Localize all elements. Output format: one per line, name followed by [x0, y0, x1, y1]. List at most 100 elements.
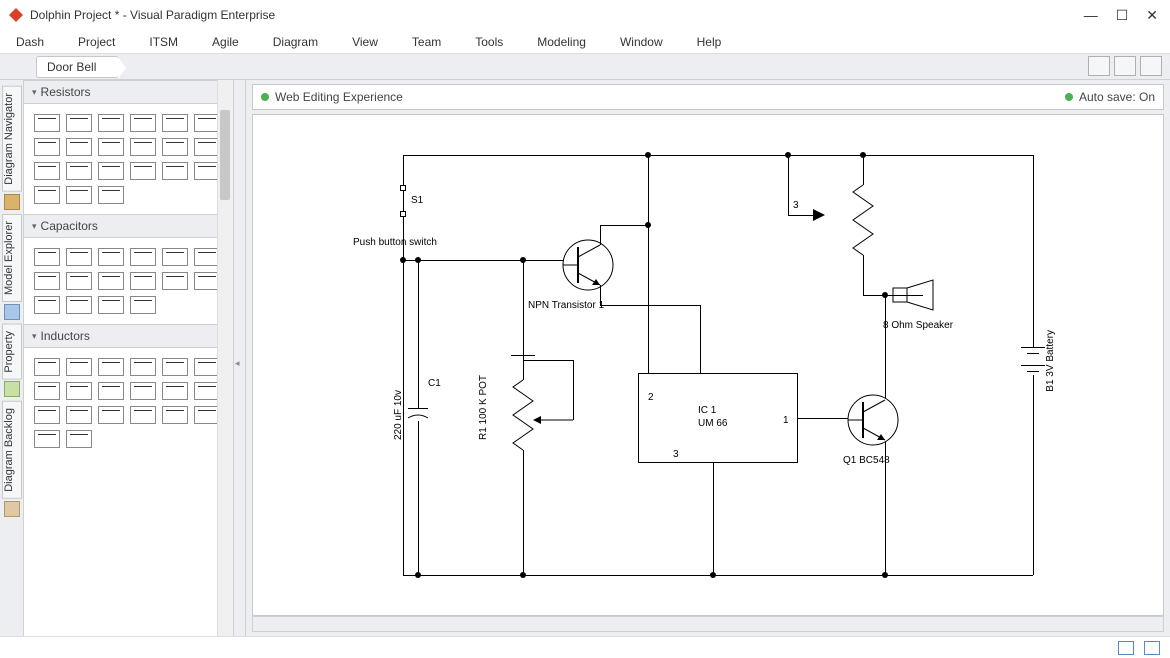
menubar: Dash Project ITSM Agile Diagram View Tea…: [0, 30, 1170, 54]
palette-shape[interactable]: [34, 186, 60, 204]
menu-agile[interactable]: Agile: [212, 35, 239, 49]
palette-shape[interactable]: [162, 272, 188, 290]
menu-help[interactable]: Help: [697, 35, 722, 49]
palette-shape[interactable]: [66, 358, 92, 376]
backlog-icon: [4, 501, 20, 517]
palette-shape[interactable]: [98, 272, 124, 290]
palette-shape[interactable]: [66, 248, 92, 266]
palette-shape[interactable]: [34, 406, 60, 424]
palette-shape[interactable]: [162, 162, 188, 180]
menu-tools[interactable]: Tools: [475, 35, 503, 49]
layout-icon[interactable]: [1114, 56, 1136, 76]
side-tab-property[interactable]: Property: [2, 324, 22, 380]
palette-shape[interactable]: [34, 430, 60, 448]
palette-shape[interactable]: [162, 382, 188, 400]
palette-shape[interactable]: [34, 382, 60, 400]
menu-itsm[interactable]: ITSM: [149, 35, 178, 49]
palette-shape[interactable]: [162, 358, 188, 376]
palette-shape[interactable]: [66, 162, 92, 180]
palette-shape[interactable]: [130, 358, 156, 376]
palette-shape[interactable]: [130, 114, 156, 132]
maximize-button[interactable]: ☐: [1116, 7, 1129, 24]
menu-diagram[interactable]: Diagram: [273, 35, 318, 49]
palette-shape[interactable]: [98, 138, 124, 156]
window-title: Dolphin Project * - Visual Paradigm Ente…: [30, 8, 1084, 22]
junction-node: [785, 152, 791, 158]
palette-shape[interactable]: [66, 272, 92, 290]
label-speaker: 8 Ohm Speaker: [883, 320, 953, 331]
side-tab-model-explorer[interactable]: Model Explorer: [2, 214, 22, 302]
palette-shape[interactable]: [34, 162, 60, 180]
menu-team[interactable]: Team: [412, 35, 441, 49]
app-logo-icon: [8, 7, 24, 23]
npn-transistor-icon: [843, 390, 903, 450]
palette-shape[interactable]: [66, 406, 92, 424]
model-explorer-icon: [4, 304, 20, 320]
mail-icon[interactable]: [1118, 641, 1134, 655]
canvas-horizontal-scrollbar[interactable]: [252, 616, 1164, 632]
palette-shape[interactable]: [66, 430, 92, 448]
menu-dash[interactable]: Dash: [16, 35, 44, 49]
menu-modeling[interactable]: Modeling: [537, 35, 586, 49]
palette-shape[interactable]: [66, 138, 92, 156]
menu-view[interactable]: View: [352, 35, 378, 49]
palette-shape[interactable]: [130, 138, 156, 156]
palette-shape[interactable]: [130, 248, 156, 266]
palette-shape[interactable]: [98, 186, 124, 204]
side-tab-diagram-backlog[interactable]: Diagram Backlog: [2, 401, 22, 499]
splitter[interactable]: [234, 80, 246, 636]
tab-door-bell[interactable]: Door Bell: [36, 56, 119, 78]
palette-shape[interactable]: [66, 296, 92, 314]
palette-scrollbar[interactable]: [217, 80, 233, 636]
minimize-button[interactable]: ―: [1084, 7, 1098, 24]
status-left[interactable]: Web Editing Experience: [275, 90, 403, 104]
canvas-wrap: Web Editing Experience Auto save: On B1 …: [246, 80, 1170, 636]
palette-shape[interactable]: [162, 406, 188, 424]
circuit-diagram: B1 3V Battery S1 Push button switch C1: [253, 115, 1163, 615]
palette-shape[interactable]: [162, 138, 188, 156]
palette-section-capacitors[interactable]: Capacitors: [24, 214, 233, 238]
palette-shape[interactable]: [98, 382, 124, 400]
palette-shape[interactable]: [162, 114, 188, 132]
body: Diagram Navigator Model Explorer Propert…: [0, 80, 1170, 636]
label-pin2: 2: [648, 392, 654, 403]
palette-shape[interactable]: [34, 272, 60, 290]
label-push-button: Push button switch: [353, 237, 437, 248]
palette-shape[interactable]: [130, 406, 156, 424]
announce-icon[interactable]: [1088, 56, 1110, 76]
palette-shape[interactable]: [98, 358, 124, 376]
menu-project[interactable]: Project: [78, 35, 115, 49]
palette-shape[interactable]: [98, 406, 124, 424]
speaker-icon: [893, 280, 943, 310]
palette-section-inductors[interactable]: Inductors: [24, 324, 233, 348]
palette-shape[interactable]: [34, 138, 60, 156]
scrollbar-thumb[interactable]: [220, 110, 230, 200]
diagram-canvas[interactable]: B1 3V Battery S1 Push button switch C1: [252, 114, 1164, 616]
palette-shape[interactable]: [162, 248, 188, 266]
palette-shape[interactable]: [34, 248, 60, 266]
palette-shape[interactable]: [98, 296, 124, 314]
palette-shape[interactable]: [98, 114, 124, 132]
palette-shape[interactable]: [66, 186, 92, 204]
close-button[interactable]: ✕: [1146, 7, 1158, 24]
canvas-statusbar: Web Editing Experience Auto save: On: [252, 84, 1164, 110]
arrow-icon: [813, 209, 827, 221]
palette-shape[interactable]: [66, 382, 92, 400]
label-r1: R1 100 K POT: [478, 375, 489, 440]
switch-terminal: [400, 185, 406, 191]
palette-shape[interactable]: [130, 296, 156, 314]
menu-window[interactable]: Window: [620, 35, 663, 49]
palette-shape[interactable]: [130, 162, 156, 180]
palette-shape[interactable]: [66, 114, 92, 132]
panel-toggle-icon[interactable]: [1140, 56, 1162, 76]
palette-shape[interactable]: [130, 272, 156, 290]
palette-shape[interactable]: [34, 296, 60, 314]
palette-shape[interactable]: [130, 382, 156, 400]
palette-shape[interactable]: [34, 358, 60, 376]
doc-icon[interactable]: [1144, 641, 1160, 655]
palette-shape[interactable]: [98, 248, 124, 266]
palette-shape[interactable]: [34, 114, 60, 132]
side-tab-diagram-navigator[interactable]: Diagram Navigator: [2, 86, 22, 192]
palette-section-resistors[interactable]: Resistors: [24, 80, 233, 104]
palette-shape[interactable]: [98, 162, 124, 180]
